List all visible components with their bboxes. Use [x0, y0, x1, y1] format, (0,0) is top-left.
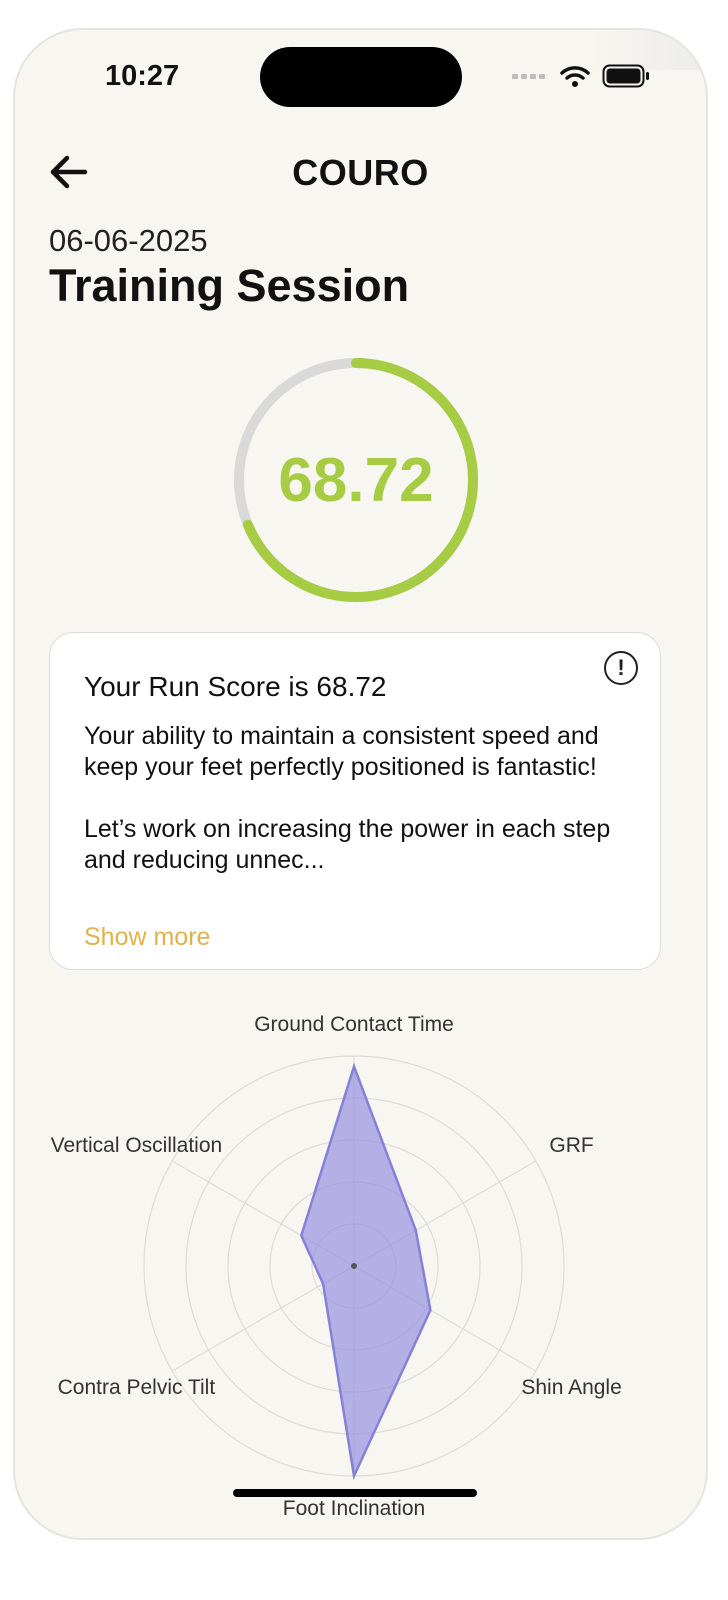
show-more-link[interactable]: Show more	[84, 923, 210, 952]
card-title: Your Run Score is 68.72	[84, 671, 387, 702]
radar-axis-label: Vertical Oscillation	[51, 1134, 223, 1157]
radar-spokes	[171, 1056, 537, 1476]
radar-labels: Ground Contact Time GRF Shin Angle Foot Inc…	[51, 1013, 622, 1520]
score-value: 68.72	[278, 445, 434, 515]
radar-spoke	[171, 1265, 355, 1372]
radar-spoke	[353, 1265, 537, 1372]
wifi-icon	[560, 66, 590, 87]
session-date: 06-06-2025	[49, 223, 208, 258]
radar-axis-label: Contra Pelvic Tilt	[58, 1376, 216, 1399]
run-score-card: Your Run Score is 68.72 ! Your ability t…	[49, 632, 661, 970]
home-indicator[interactable]	[233, 1489, 477, 1497]
radar-ring	[227, 1139, 481, 1393]
radar-grid	[143, 1055, 565, 1477]
card-paragraph: Let’s work on increasing the power in ea…	[84, 815, 611, 874]
radar-data-polygon	[299, 1062, 432, 1481]
radar-axis-label: Shin Angle	[521, 1376, 621, 1399]
radar-axis-label: GRF	[549, 1134, 593, 1157]
info-icon[interactable]: !	[604, 651, 638, 685]
radar-ring	[269, 1181, 439, 1351]
radar-axis-label: Ground Contact Time	[254, 1013, 454, 1036]
status-icons	[512, 64, 650, 88]
radar-ring	[143, 1055, 565, 1477]
radar-center-dot	[351, 1263, 357, 1269]
session-title: Training Session	[49, 260, 410, 311]
card-body: Your ability to maintain a consistent sp…	[84, 721, 629, 907]
app-title: COURO	[292, 152, 429, 193]
radar-ring	[185, 1097, 523, 1435]
status-time: 10:27	[105, 60, 180, 92]
phone-screen: 10:27 COURO 06-06-2025 Training Session …	[13, 28, 708, 1540]
signal-icon	[512, 74, 545, 79]
radar-spoke	[353, 1160, 537, 1267]
battery-icon	[602, 64, 649, 88]
radar-axis-label: Foot Inclination	[283, 1497, 425, 1520]
dynamic-island	[260, 47, 462, 107]
radar-spoke	[171, 1160, 355, 1267]
radar-ring	[311, 1223, 397, 1309]
card-paragraph: Your ability to maintain a consistent sp…	[84, 722, 599, 781]
